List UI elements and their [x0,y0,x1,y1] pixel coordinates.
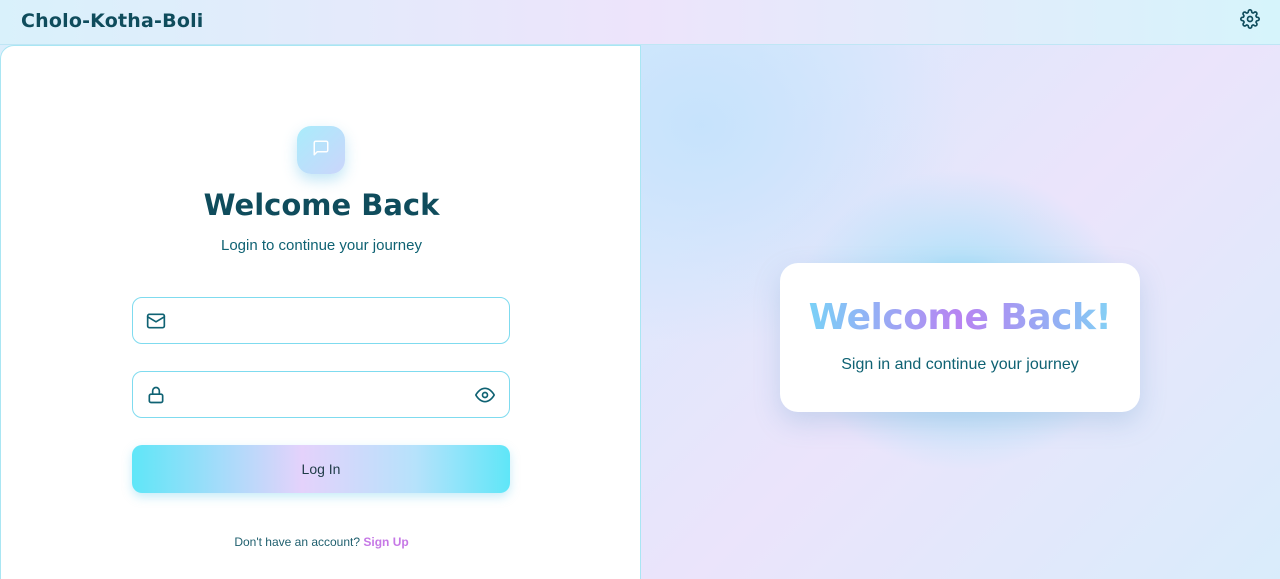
settings-button[interactable] [1240,8,1260,34]
mail-icon [146,311,166,331]
signup-link[interactable]: Sign Up [363,535,408,549]
chat-badge [297,126,345,174]
promo-subtitle: Sign in and continue your journey [841,356,1079,373]
gear-icon [1240,8,1260,34]
eye-icon[interactable] [474,385,496,405]
page-title: Welcome Back [203,188,440,222]
signup-prompt: Don't have an account? [234,535,364,549]
password-input[interactable] [177,372,467,417]
lock-icon [146,385,166,405]
signup-line: Don't have an account? Sign Up [1,535,642,549]
page-subtitle: Login to continue your journey [221,237,422,254]
top-bar: Cholo-Kotha-Boli [0,0,1280,45]
email-input[interactable] [177,298,467,343]
password-field [132,371,510,418]
email-field [132,297,510,344]
promo-card: Welcome Back! Sign in and continue your … [780,263,1140,412]
promo-title: Welcome Back! [780,297,1140,338]
app-brand: Cholo-Kotha-Boli [21,10,204,32]
chat-bubble-icon [312,139,330,162]
login-panel: Welcome Back Login to continue your jour… [0,45,641,579]
promo-panel: Welcome Back! Sign in and continue your … [641,45,1280,579]
login-button[interactable]: Log In [132,445,510,493]
